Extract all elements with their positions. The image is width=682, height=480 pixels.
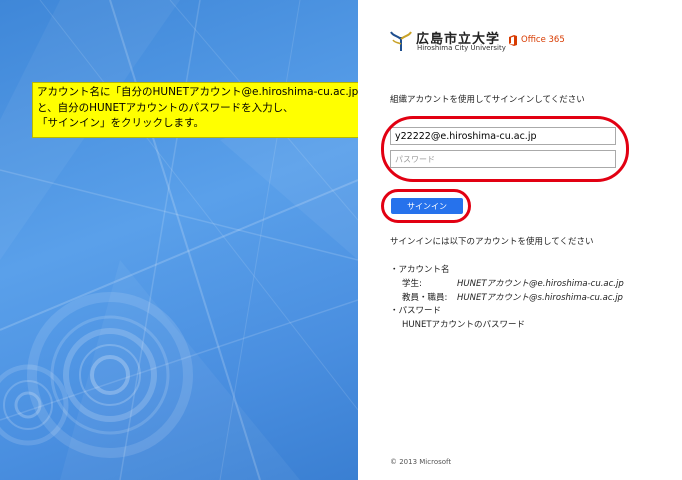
password-description: HUNETアカウントのパスワード [402,320,526,330]
staff-account-value: HUNETアカウント@s.hiroshima-cu.ac.jp [457,293,623,303]
instruction-callout: アカウント名に「自分のHUNETアカウント@e.hiroshima-cu.ac.… [32,82,358,138]
university-emblem-icon [390,31,412,51]
help-intro: サインインには以下のアカウントを使用してください [390,237,594,247]
password-input[interactable] [390,150,616,168]
account-heading: ・アカウント名 [390,265,450,275]
staff-label: 教員・職員: [402,293,448,303]
student-account-value: HUNETアカウント@e.hiroshima-cu.ac.jp [457,279,624,289]
username-input[interactable] [390,127,616,145]
university-name-en: Hiroshima City University [417,44,506,52]
callout-line-1: アカウント名に「自分のHUNETアカウント@e.hiroshima-cu.ac.… [37,86,358,98]
signin-panel: 広島市立大学 Hiroshima City University Office … [358,0,682,480]
signin-prompt: 組織アカウントを使用してサインインしてください [390,95,585,105]
decorative-background-panel: アカウント名に「自分のHUNETアカウント@e.hiroshima-cu.ac.… [0,0,358,480]
background-pattern [0,0,358,480]
office365-label: Office 365 [521,35,565,45]
office-icon [509,35,517,46]
callout-line-2: と、自分のHUNETアカウントのパスワードを入力し、 [37,101,294,114]
password-heading: ・パスワード [390,306,442,316]
student-label: 学生: [402,279,422,289]
highlight-oval-fields [381,116,629,182]
signin-button[interactable]: サインイン [391,198,463,214]
callout-line-3: 「サインイン」をクリックします。 [37,117,204,129]
copyright: © 2013 Microsoft [390,458,452,466]
